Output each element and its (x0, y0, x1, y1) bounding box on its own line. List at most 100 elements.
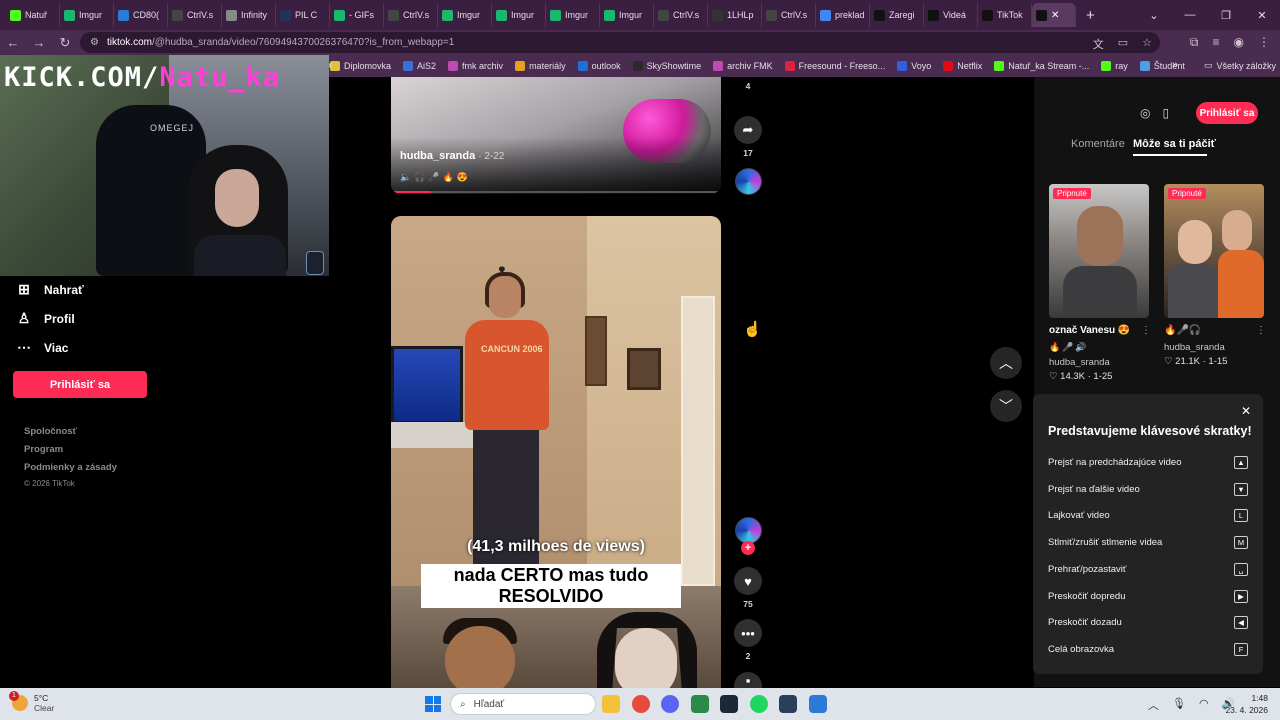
browser-tab[interactable]: Natuř (6, 3, 60, 27)
next-video-button[interactable]: ﹀ (990, 390, 1022, 422)
bookmark-action[interactable]: 4 (734, 77, 762, 91)
steam-2-icon[interactable] (779, 695, 797, 713)
browser-tab[interactable]: PIL C (276, 3, 330, 27)
browser-tab[interactable]: - GIFs (330, 3, 384, 27)
browser-tab[interactable]: Imgur (600, 3, 654, 27)
card-author[interactable]: hudba_sranda (1049, 357, 1110, 368)
bookmark-item[interactable]: materiály (515, 61, 566, 71)
clock[interactable]: 1:48 23. 4. 2026 (1218, 692, 1268, 716)
bookmark-item[interactable]: archiv FMK (713, 61, 773, 71)
comment-icon[interactable]: ••• (734, 619, 762, 647)
app-blue-icon[interactable] (808, 695, 827, 713)
bookmark-item[interactable]: AiS2 (403, 61, 436, 71)
media-icon[interactable]: ≡ (1213, 35, 1220, 50)
chrome-icon[interactable] (631, 695, 650, 713)
share-icon[interactable]: ➦ (734, 116, 762, 144)
microphone-icon[interactable]: 🎙 (1172, 697, 1186, 713)
card-author[interactable]: hudba_sranda (1164, 342, 1225, 353)
bookmark-item[interactable]: outlook (577, 61, 621, 71)
taskbar-search[interactable]: ⌕ Hľadať (450, 693, 596, 715)
bookmark-item[interactable]: Voyo (897, 61, 931, 71)
video-progress-bar[interactable] (391, 191, 721, 193)
browser-tab[interactable]: Imgur (492, 3, 546, 27)
address-bar[interactable]: ⚙ tiktok.com/@hudba_sranda/video/7609494… (80, 32, 1160, 53)
bookmarks-more-icon[interactable]: » (1172, 59, 1178, 71)
bookmark-item[interactable]: Freesound - Freeso... (784, 61, 885, 71)
browser-tab[interactable]: Imgur (60, 3, 114, 27)
browser-tab[interactable]: TikTok (978, 3, 1032, 27)
comment-action[interactable]: ••• 2 (734, 619, 762, 661)
browser-tab-active[interactable]: ✕ (1032, 3, 1076, 27)
login-button[interactable]: Prihlásiť sa (13, 371, 147, 398)
tab-you-may-like[interactable]: Môže sa ti páčiť (1133, 138, 1216, 150)
close-icon[interactable]: ✕ (1241, 404, 1251, 418)
browser-tab[interactable]: CtrlV.s (168, 3, 222, 27)
nav-profile[interactable]: ♙ Profil (16, 310, 75, 327)
save-icon[interactable]: ▪ (734, 672, 762, 688)
start-button[interactable] (425, 696, 441, 712)
app-green-icon[interactable] (690, 695, 709, 713)
steam-icon[interactable] (720, 695, 738, 713)
share-action[interactable]: ➦ 17 (734, 116, 762, 158)
translate-icon[interactable]: 文 (1093, 36, 1104, 52)
browser-tab[interactable]: CtrlV.s (384, 3, 438, 27)
recommended-thumbnail[interactable]: Pripnuté (1164, 184, 1264, 318)
extensions-icon[interactable]: ⧉ (1190, 35, 1199, 50)
follow-plus-icon[interactable]: + (741, 541, 755, 555)
site-info-icon[interactable]: ⚙ (90, 37, 99, 48)
video-player-current[interactable]: CANCUN 2006 ᴥ (41,3 milhoes de views) na… (391, 216, 721, 688)
spotify-icon[interactable] (749, 695, 768, 713)
reload-icon[interactable]: ↻ (52, 35, 78, 51)
bookmark-item[interactable]: fmk archiv (448, 61, 503, 71)
nav-more[interactable]: ⋯ Viac (16, 339, 68, 356)
recommended-thumbnail[interactable]: Pripnuté (1049, 184, 1149, 318)
profile-avatar-icon[interactable]: ◉ (1234, 35, 1244, 50)
login-button-top[interactable]: Prihlásiť sa (1196, 102, 1258, 124)
maximize-button[interactable]: ❐ (1208, 9, 1244, 22)
close-window-button[interactable]: ✕ (1244, 9, 1280, 22)
video-player-previous[interactable]: hudba_sranda · 2-22 🔈🎧🎤🔥😍 (391, 77, 721, 194)
menu-icon[interactable]: ⋮ (1258, 35, 1270, 50)
tv-icon[interactable]: ◎ (1140, 106, 1150, 120)
bookmark-item[interactable]: Diplomovka (330, 61, 391, 71)
browser-tab[interactable]: 1LHLp (708, 3, 762, 27)
nav-upload[interactable]: ⊞ Nahrať (16, 281, 84, 298)
bookmark-item[interactable]: ray (1101, 61, 1128, 71)
browser-tab[interactable]: Videá (924, 3, 978, 27)
more-options-icon[interactable]: ⋮ (1256, 325, 1266, 336)
all-bookmarks-button[interactable]: ▭ Všetky záložky (1204, 60, 1276, 71)
author-avatar-current[interactable] (735, 517, 762, 544)
browser-tab[interactable]: preklad (816, 3, 870, 27)
wifi-icon[interactable]: ◠ (1199, 697, 1209, 713)
browser-tab[interactable]: Infinity (222, 3, 276, 27)
close-tab-icon[interactable]: ✕ (1051, 10, 1059, 21)
more-options-icon[interactable]: ⋮ (1141, 325, 1151, 336)
footer-terms[interactable]: Podmienky a zásady (24, 462, 117, 473)
bookmark-star-icon[interactable]: ☆ (1142, 36, 1152, 52)
card-title[interactable]: 🔥🎤🎧 (1164, 325, 1201, 336)
tab-comments[interactable]: Komentáre (1071, 138, 1125, 150)
author-avatar-previous[interactable] (735, 168, 762, 195)
tab-search-icon[interactable]: ⌄ (1136, 9, 1172, 22)
file-explorer-icon[interactable] (602, 695, 620, 713)
browser-tab[interactable]: CtrlV.s (762, 3, 816, 27)
browser-tab[interactable]: CtrlV.s (654, 3, 708, 27)
bookmark-item[interactable]: SkyShowtime (632, 61, 701, 71)
weather-widget[interactable]: 1 5°C Clear (9, 691, 54, 713)
cast-icon[interactable]: ▭ (1118, 36, 1128, 52)
footer-program[interactable]: Program (24, 444, 63, 455)
like-action[interactable]: ♥ 75 (734, 567, 762, 609)
mobile-icon[interactable]: ▯ (1162, 106, 1169, 120)
discord-icon[interactable] (661, 695, 679, 713)
minimize-button[interactable]: — (1172, 9, 1208, 21)
bookmark-item[interactable]: Netflix (943, 61, 982, 71)
forward-icon[interactable]: → (26, 35, 52, 50)
browser-tab[interactable]: Zaregi (870, 3, 924, 27)
previous-video-button[interactable]: ︿ (990, 347, 1022, 379)
heart-icon[interactable]: ♥ (734, 567, 762, 595)
new-tab-button[interactable]: + (1086, 7, 1095, 24)
bookmark-item[interactable]: Natuř_ka Stream -... (994, 61, 1089, 71)
save-action[interactable]: ▪ (734, 672, 762, 688)
video-author[interactable]: hudba_sranda · 2-22 (400, 150, 504, 162)
chevron-up-icon[interactable]: ︿ (1148, 697, 1159, 713)
